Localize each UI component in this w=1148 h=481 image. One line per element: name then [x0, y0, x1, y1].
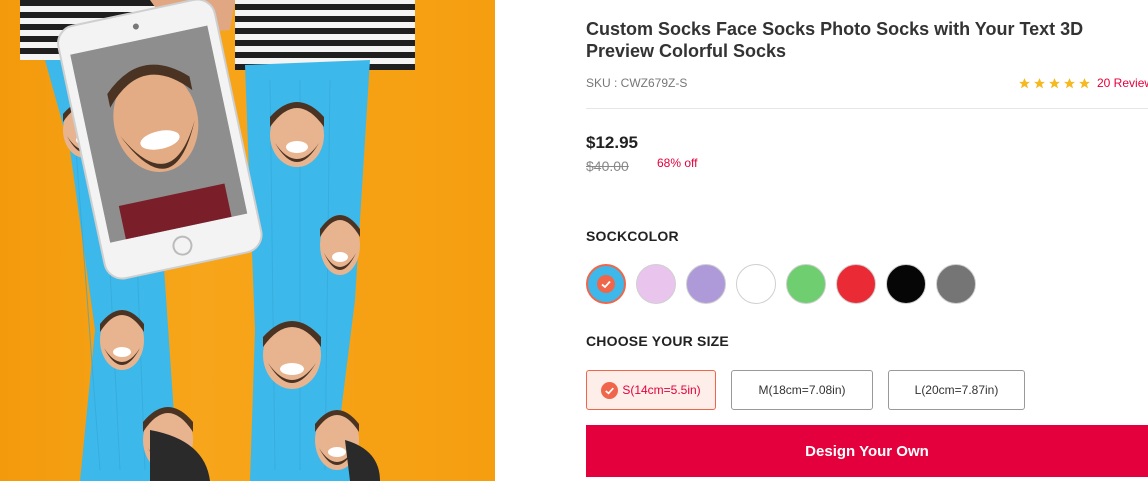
color-swatch-group [586, 264, 986, 304]
check-icon [601, 381, 619, 399]
reviews-link[interactable]: 20 Reviews [1097, 76, 1148, 90]
design-your-own-button[interactable]: Design Your Own [586, 425, 1148, 477]
striped-sleeve-right [235, 0, 415, 70]
color-swatch-red[interactable] [836, 264, 876, 304]
star-icon [1034, 77, 1045, 88]
original-price: $40.00 [586, 158, 629, 174]
rating-summary[interactable]: 20 Reviews [1018, 76, 1148, 90]
product-details: Custom Socks Face Socks Photo Socks with… [586, 0, 1148, 481]
size-option-label: L(20cm=7.87in) [914, 383, 999, 397]
product-title: Custom Socks Face Socks Photo Socks with… [586, 19, 1084, 61]
size-option-label: M(18cm=7.08in) [758, 383, 846, 397]
color-swatch-green[interactable] [786, 264, 826, 304]
check-icon [597, 275, 615, 293]
product-photo-illustration [20, 0, 415, 481]
sock-color-label: SOCKCOLOR [586, 228, 679, 244]
star-icon [1079, 77, 1090, 88]
color-swatch-sky-blue[interactable] [586, 264, 626, 304]
color-swatch-light-pink[interactable] [636, 264, 676, 304]
color-swatch-white[interactable] [736, 264, 776, 304]
current-price: $12.95 [586, 133, 638, 152]
size-option-l[interactable]: L(20cm=7.87in) [888, 370, 1025, 410]
shoe-right [345, 440, 380, 481]
star-icon [1019, 77, 1030, 88]
star-icon [1064, 77, 1075, 88]
product-image[interactable] [0, 0, 495, 481]
color-swatch-lavender[interactable] [686, 264, 726, 304]
discount-badge: 68% off [657, 156, 698, 170]
product-sku: SKU : CWZ679Z-S [586, 76, 688, 90]
size-option-s[interactable]: S(14cm=5.5in) [586, 370, 716, 410]
size-label: CHOOSE YOUR SIZE [586, 333, 729, 349]
size-option-label: S(14cm=5.5in) [622, 383, 701, 397]
divider [586, 108, 1148, 109]
size-option-m[interactable]: M(18cm=7.08in) [731, 370, 873, 410]
color-swatch-gray[interactable] [936, 264, 976, 304]
star-icon [1049, 77, 1060, 88]
color-swatch-black[interactable] [886, 264, 926, 304]
